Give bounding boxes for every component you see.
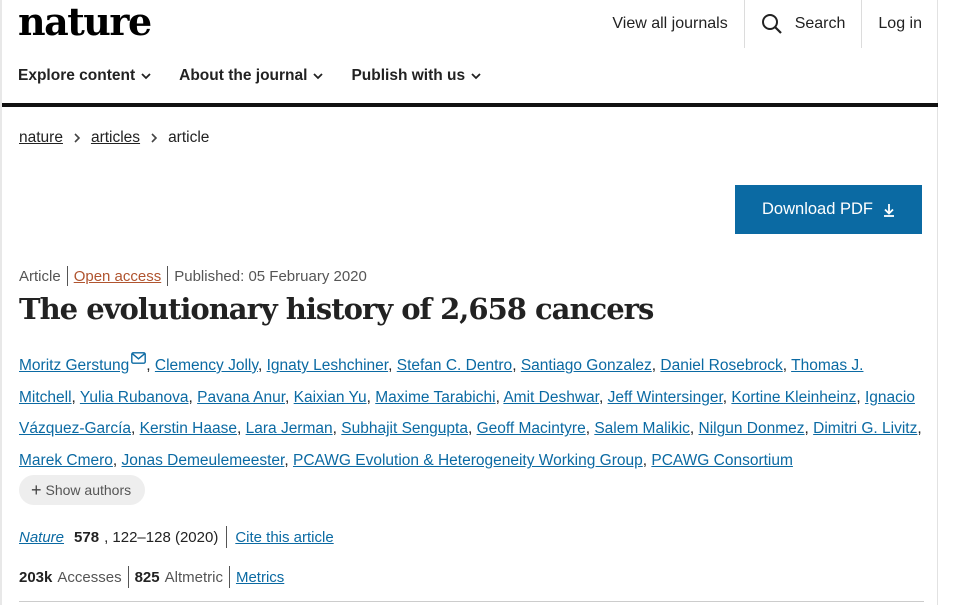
about-journal-label: About the journal	[179, 67, 308, 84]
author-link[interactable]: Geoff Macintyre	[477, 420, 586, 437]
meta-divider	[66, 266, 68, 286]
article-type: Article	[19, 267, 61, 285]
breadcrumb-current: article	[168, 129, 210, 146]
chevron-right-icon	[151, 133, 158, 143]
search-label: Search	[794, 15, 846, 32]
author-link[interactable]: Moritz Gerstung	[19, 357, 129, 374]
volume-number: 578	[74, 528, 100, 546]
section-divider	[19, 601, 924, 602]
publish-with-us-label: Publish with us	[351, 67, 466, 84]
open-access-link[interactable]: Open access	[74, 268, 162, 285]
article-title: The evolutionary history of 2,658 cancer…	[19, 292, 654, 326]
search-button[interactable]: Search	[743, 0, 862, 48]
published-date: Published: 05 February 2020	[174, 267, 367, 285]
author-link[interactable]: Subhajit Sengupta	[341, 420, 468, 437]
metrics-link[interactable]: Metrics	[236, 569, 284, 586]
author-link[interactable]: Salem Malikic	[594, 420, 690, 437]
mail-icon[interactable]	[131, 352, 147, 364]
author-link[interactable]: Pavana Anur	[197, 389, 285, 406]
chevron-down-icon	[471, 73, 481, 80]
author-link[interactable]: PCAWG Consortium	[651, 452, 793, 469]
author-link[interactable]: Yulia Rubanova	[80, 389, 189, 406]
author-link[interactable]: Daniel Rosebrock	[660, 357, 782, 374]
citation-line: Nature 578 , 122–128 (2020) Cite this ar…	[19, 526, 334, 548]
sub-nav: Explore content About the journal Publis…	[18, 56, 481, 96]
metrics-line: 203k Accesses 825 Altmetric Metrics	[19, 566, 284, 588]
author-link[interactable]: Ignaty Leshchiner	[267, 357, 389, 374]
download-pdf-button[interactable]: Download PDF	[735, 185, 922, 234]
download-pdf-label: Download PDF	[762, 200, 873, 218]
metrics-divider	[228, 566, 230, 588]
view-all-journals-link[interactable]: View all journals	[596, 0, 743, 48]
author-link[interactable]: Amit Deshwar	[503, 389, 599, 406]
show-authors-button[interactable]: + Show authors	[19, 475, 146, 505]
chevron-down-icon	[141, 73, 151, 80]
author-link[interactable]: Jeff Wintersinger	[608, 389, 723, 406]
article-meta: Article Open access Published: 05 Februa…	[19, 266, 367, 286]
explore-content-menu[interactable]: Explore content	[18, 56, 151, 96]
cite-this-article-link[interactable]: Cite this article	[235, 529, 333, 546]
author-link[interactable]: Lara Jerman	[246, 420, 333, 437]
metrics-divider	[127, 566, 129, 588]
author-link[interactable]: Kortine Kleinheinz	[731, 389, 856, 406]
journal-link[interactable]: Nature	[19, 529, 64, 546]
altmetric-score: 825	[134, 568, 160, 586]
author-link[interactable]: Jonas Demeulemeester	[122, 452, 285, 469]
altmetric-label: Altmetric	[164, 568, 223, 586]
author-link[interactable]: Santiago Gonzalez	[521, 357, 652, 374]
breadcrumb-articles[interactable]: articles	[91, 129, 140, 147]
login-link[interactable]: Log in	[861, 0, 938, 48]
top-nav: View all journals Search Log in	[596, 0, 938, 48]
breadcrumb: nature articles article	[19, 129, 209, 147]
header-divider	[2, 103, 938, 107]
download-icon	[883, 203, 894, 217]
accesses-label: Accesses	[57, 568, 122, 586]
author-link[interactable]: Dimitri G. Livitz	[813, 420, 917, 437]
search-icon	[761, 14, 782, 34]
window-right-edge	[937, 0, 958, 605]
author-link[interactable]: Maxime Tarabichi	[375, 389, 495, 406]
author-link[interactable]: Nilgun Donmez	[699, 420, 805, 437]
window-left-edge	[0, 0, 2, 605]
author-link[interactable]: PCAWG Evolution & Heterogeneity Working …	[293, 452, 643, 469]
meta-divider	[167, 266, 169, 286]
author-link[interactable]: Marek Cmero	[19, 452, 113, 469]
breadcrumb-nature[interactable]: nature	[19, 129, 63, 147]
accesses-count: 203k	[19, 568, 53, 586]
chevron-down-icon	[313, 73, 324, 80]
publish-with-us-menu[interactable]: Publish with us	[351, 56, 481, 96]
plus-icon: +	[31, 479, 42, 500]
author-link[interactable]: Stefan C. Dentro	[397, 357, 512, 374]
explore-content-label: Explore content	[18, 67, 136, 84]
author-link[interactable]: Clemency Jolly	[155, 357, 258, 374]
author-list: Moritz Gerstung, Clemency Jolly, Ignaty …	[19, 350, 924, 477]
about-journal-menu[interactable]: About the journal	[179, 56, 324, 96]
pages-year: , 122–128 (2020)	[104, 528, 219, 546]
citation-divider	[226, 526, 228, 548]
chevron-right-icon	[74, 133, 81, 143]
nature-logo[interactable]: nature	[18, 0, 152, 44]
author-link[interactable]: Kaixian Yu	[294, 389, 367, 406]
show-authors-label: Show authors	[45, 482, 132, 498]
author-link[interactable]: Kerstin Haase	[140, 420, 237, 437]
